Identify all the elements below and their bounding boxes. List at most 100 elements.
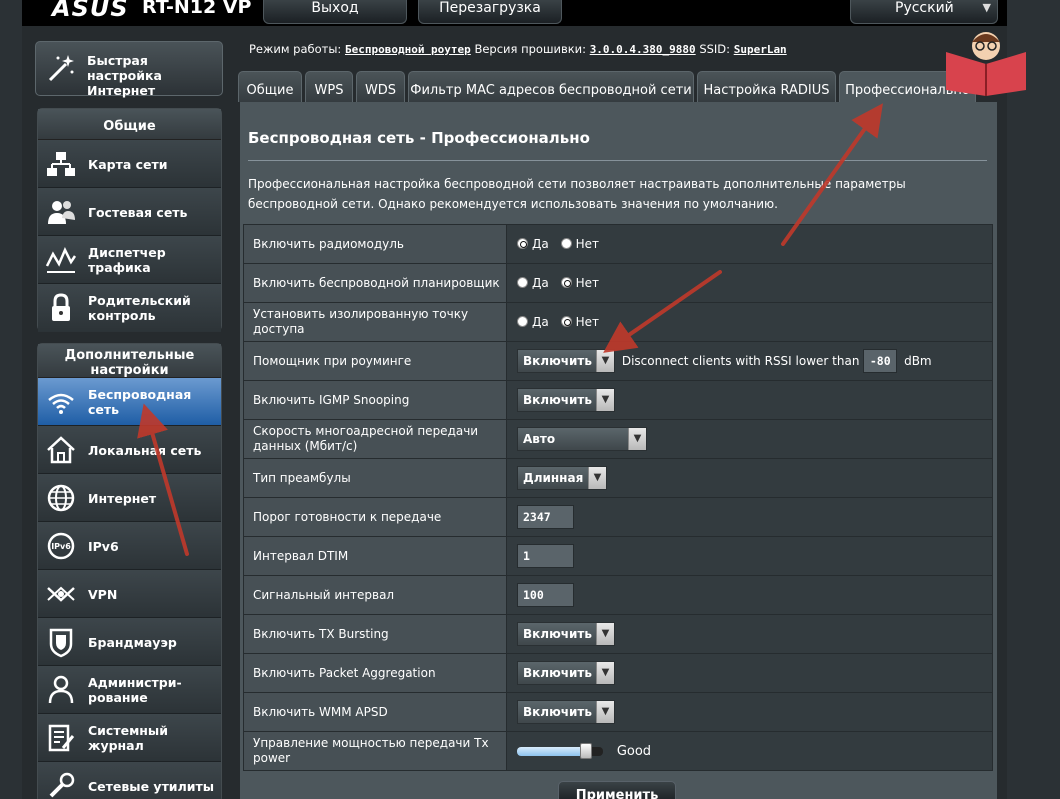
row-label: Сигнальный интервал xyxy=(243,575,507,615)
chevron-down-icon: ▼ xyxy=(588,467,606,489)
tab-general[interactable]: Общие xyxy=(238,71,302,102)
sidebar-item-guest-network[interactable]: Гостевая сеть xyxy=(38,188,221,236)
row-label: Включить TX Bursting xyxy=(243,614,507,654)
tab-wds[interactable]: WDS xyxy=(356,71,405,102)
sidebar-item-label: VPN xyxy=(88,586,118,602)
igmp-select[interactable]: Включить ▼ xyxy=(517,388,615,412)
table-row: Управление мощностью передачи Tx power G… xyxy=(243,731,993,771)
chevron-down-icon: ▼ xyxy=(596,662,614,684)
home-icon xyxy=(47,436,75,464)
content-panel: Беспроводная сеть - Профессионально Проф… xyxy=(240,102,997,799)
sidebar-item-parental-control[interactable]: Родительский контроль xyxy=(38,284,221,332)
sidebar-item-label: Интернет xyxy=(88,490,157,506)
ssid-link[interactable]: SuperLan xyxy=(734,43,787,56)
sidebar-item-network-tools[interactable]: Сетевые утилиты xyxy=(38,762,221,799)
multicast-rate-select[interactable]: Авто ▼ xyxy=(517,427,647,451)
isolated-ap-no[interactable] xyxy=(560,316,572,327)
radio-enable-yes[interactable] xyxy=(517,238,528,249)
firmware-link[interactable]: 3.0.0.4.380_9880 xyxy=(590,43,696,56)
sidebar-item-label: Локальная сеть xyxy=(88,442,202,458)
sidebar-item-label: Брандмауэр xyxy=(88,634,177,650)
svg-text:IPv6: IPv6 xyxy=(51,542,71,551)
scheduler-no[interactable] xyxy=(560,277,572,288)
table-row: Включить WMM APSD Включить ▼ xyxy=(243,692,993,732)
globe-icon xyxy=(47,484,75,512)
isolated-ap-yes[interactable] xyxy=(517,316,528,327)
tx-power-slider[interactable] xyxy=(517,742,603,759)
option-label: Нет xyxy=(575,276,599,290)
sidebar-item-traffic-manager[interactable]: Диспетчер трафика xyxy=(38,236,221,284)
option-label: Нет xyxy=(575,315,599,329)
multicast-control-cell: Авто ▼ xyxy=(506,419,993,459)
rssi-description: Disconnect clients with RSSI lower than xyxy=(621,354,860,368)
quick-internet-setup-button[interactable]: Быстрая настройка Интернет xyxy=(35,41,223,98)
option-label: Да xyxy=(532,315,549,329)
sidebar-item-label: Сетевые утилиты xyxy=(88,778,215,794)
sidebar-item-system-log[interactable]: Системный журнал xyxy=(38,714,221,762)
ssid-label: SSID: xyxy=(699,42,731,56)
isolated-ap-control-cell: Да Нет xyxy=(506,302,993,342)
reading-mascot-icon xyxy=(946,32,1026,96)
row-label: Тип преамбулы xyxy=(243,458,507,498)
language-select[interactable]: Русский ▼ xyxy=(850,0,998,24)
row-label: Включить WMM APSD xyxy=(243,692,507,732)
mode-link[interactable]: Беспроводной роутер xyxy=(345,43,471,56)
dtim-interval-input[interactable]: 1 xyxy=(517,544,574,568)
mode-label: Режим работы: xyxy=(249,42,342,56)
tab-wps[interactable]: WPS xyxy=(305,71,353,102)
select-value: Длинная xyxy=(523,471,584,485)
wmm-apsd-select[interactable]: Включить ▼ xyxy=(517,700,615,724)
reboot-button[interactable]: Перезагрузка xyxy=(418,0,562,24)
traffic-manager-icon xyxy=(45,247,77,273)
row-label: Установить изолированную точку доступа xyxy=(243,302,507,342)
packet-aggregation-select[interactable]: Включить ▼ xyxy=(517,661,615,685)
sidebar-item-ipv6[interactable]: IPv6 IPv6 xyxy=(38,522,221,570)
slider-handle[interactable] xyxy=(579,742,592,759)
radio-enable-no[interactable] xyxy=(560,238,572,249)
tx-bursting-select[interactable]: Включить ▼ xyxy=(517,622,615,646)
sidebar-item-network-map[interactable]: Карта сети xyxy=(38,140,221,188)
rts-threshold-input[interactable]: 2347 xyxy=(517,505,574,529)
table-row: Порог готовности к передаче 2347 xyxy=(243,497,993,537)
table-row: Включить радиомодуль Да Нет xyxy=(243,224,993,264)
beacon-interval-input[interactable]: 100 xyxy=(517,583,574,607)
sidebar-item-firewall[interactable]: Брандмауэр xyxy=(38,618,221,666)
sidebar-item-internet[interactable]: Интернет xyxy=(38,474,221,522)
logout-button[interactable]: Выход xyxy=(263,0,407,24)
rssi-input[interactable]: -80 xyxy=(863,349,898,373)
tab-mac-filter[interactable]: Фильтр MAC адресов беспроводной сети xyxy=(408,71,694,102)
table-row: Включить IGMP Snooping Включить ▼ xyxy=(243,380,993,420)
log-icon xyxy=(48,724,75,752)
table-row: Сигнальный интервал 100 xyxy=(243,575,993,615)
wmm-apsd-control-cell: Включить ▼ xyxy=(506,692,993,732)
sidebar-item-wireless[interactable]: Беспроводная сеть xyxy=(38,378,221,426)
chevron-down-icon: ▼ xyxy=(982,1,991,14)
slider-fill xyxy=(517,746,586,756)
tx-power-level-text: Good xyxy=(616,743,652,759)
title-divider xyxy=(248,160,987,161)
preamble-select[interactable]: Длинная ▼ xyxy=(517,466,607,490)
row-label: Включить IGMP Snooping xyxy=(243,380,507,420)
scheduler-yes[interactable] xyxy=(517,277,528,288)
option-label: Нет xyxy=(575,237,599,251)
sidebar-item-lan[interactable]: Локальная сеть xyxy=(38,426,221,474)
sidebar-item-vpn[interactable]: VPN xyxy=(38,570,221,618)
parental-lock-icon xyxy=(52,293,70,321)
table-row: Установить изолированную точку доступа Д… xyxy=(243,302,993,342)
status-line: Режим работы: Беспроводной роутер Версия… xyxy=(249,42,787,56)
roaming-assistant-select[interactable]: Включить ▼ xyxy=(517,349,615,373)
sidebar-item-administration[interactable]: Администри-рование xyxy=(38,666,221,714)
select-value: Включить xyxy=(523,666,592,680)
tab-radius[interactable]: Настройка RADIUS xyxy=(697,71,836,102)
tx-bursting-control-cell: Включить ▼ xyxy=(506,614,993,654)
apply-button[interactable]: Применить xyxy=(558,781,676,799)
select-value: Включить xyxy=(523,354,592,368)
preamble-control-cell: Длинная ▼ xyxy=(506,458,993,498)
igmp-control-cell: Включить ▼ xyxy=(506,380,993,420)
sidebar-advanced-title: Дополнительные настройки xyxy=(38,344,221,378)
sidebar-advanced-section: Дополнительные настройки Беспроводная се… xyxy=(37,343,222,799)
admin-icon xyxy=(48,675,74,704)
magic-wand-icon xyxy=(48,55,74,82)
sidebar-item-label: Родительский контроль xyxy=(88,293,191,323)
sidebar-item-label: Диспетчер трафика xyxy=(88,245,166,275)
